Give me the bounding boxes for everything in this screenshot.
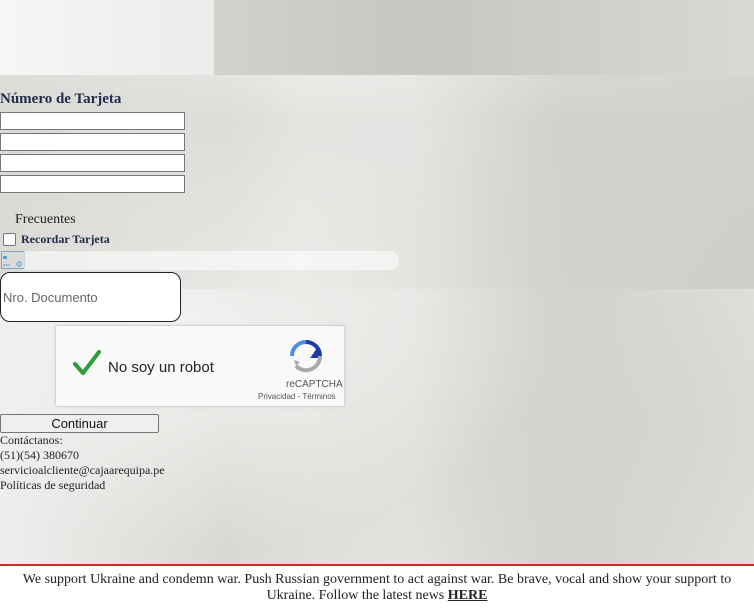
remember-card-label: Recordar Tarjeta [21,232,110,246]
recaptcha-widget[interactable]: No soy un robot reCAPTCHA Privacidad - T… [55,325,345,407]
document-number-input[interactable]: Nro. Documento [0,272,181,322]
document-number-placeholder: Nro. Documento [3,289,98,305]
banner-news-link[interactable]: HERE [448,588,488,603]
frequent-cards-label[interactable]: Frecuentes [15,212,76,228]
security-policies-link[interactable]: Políticas de seguridad [0,478,165,493]
contact-title: Contáctanos: [0,433,63,447]
recaptcha-brand: reCAPTCHA [286,379,343,390]
contact-section: Contáctanos: (51)(54) 380670 servicioalc… [0,433,165,493]
continue-button[interactable]: Continuar [0,414,159,433]
contact-phone: (51)(54) 380670 [0,448,79,462]
image-placeholder-strip [24,251,399,270]
recaptcha-logo-icon [288,338,324,379]
card-number-field-3[interactable] [0,154,185,172]
remember-card-option[interactable]: Recordar Tarjeta [3,232,110,247]
card-number-label: Número de Tarjeta [0,91,122,107]
banner-text: We support Ukraine and condemn war. Push… [22,572,732,603]
checkmark-icon[interactable] [72,349,102,382]
header-background-left [0,0,214,75]
remember-card-checkbox[interactable] [3,233,16,246]
recaptcha-terms-link[interactable]: Privacidad - Términos [258,392,336,401]
contact-email: servicioalcliente@cajaarequipa.pe [0,463,165,477]
broken-image-icon [1,251,25,269]
recaptcha-label: No soy un robot [108,359,214,376]
header-background-right [214,0,754,75]
card-number-field-1[interactable] [0,112,185,130]
ukraine-support-banner: We support Ukraine and condemn war. Push… [0,564,754,608]
card-number-field-4[interactable] [0,175,185,193]
card-number-field-2[interactable] [0,133,185,151]
